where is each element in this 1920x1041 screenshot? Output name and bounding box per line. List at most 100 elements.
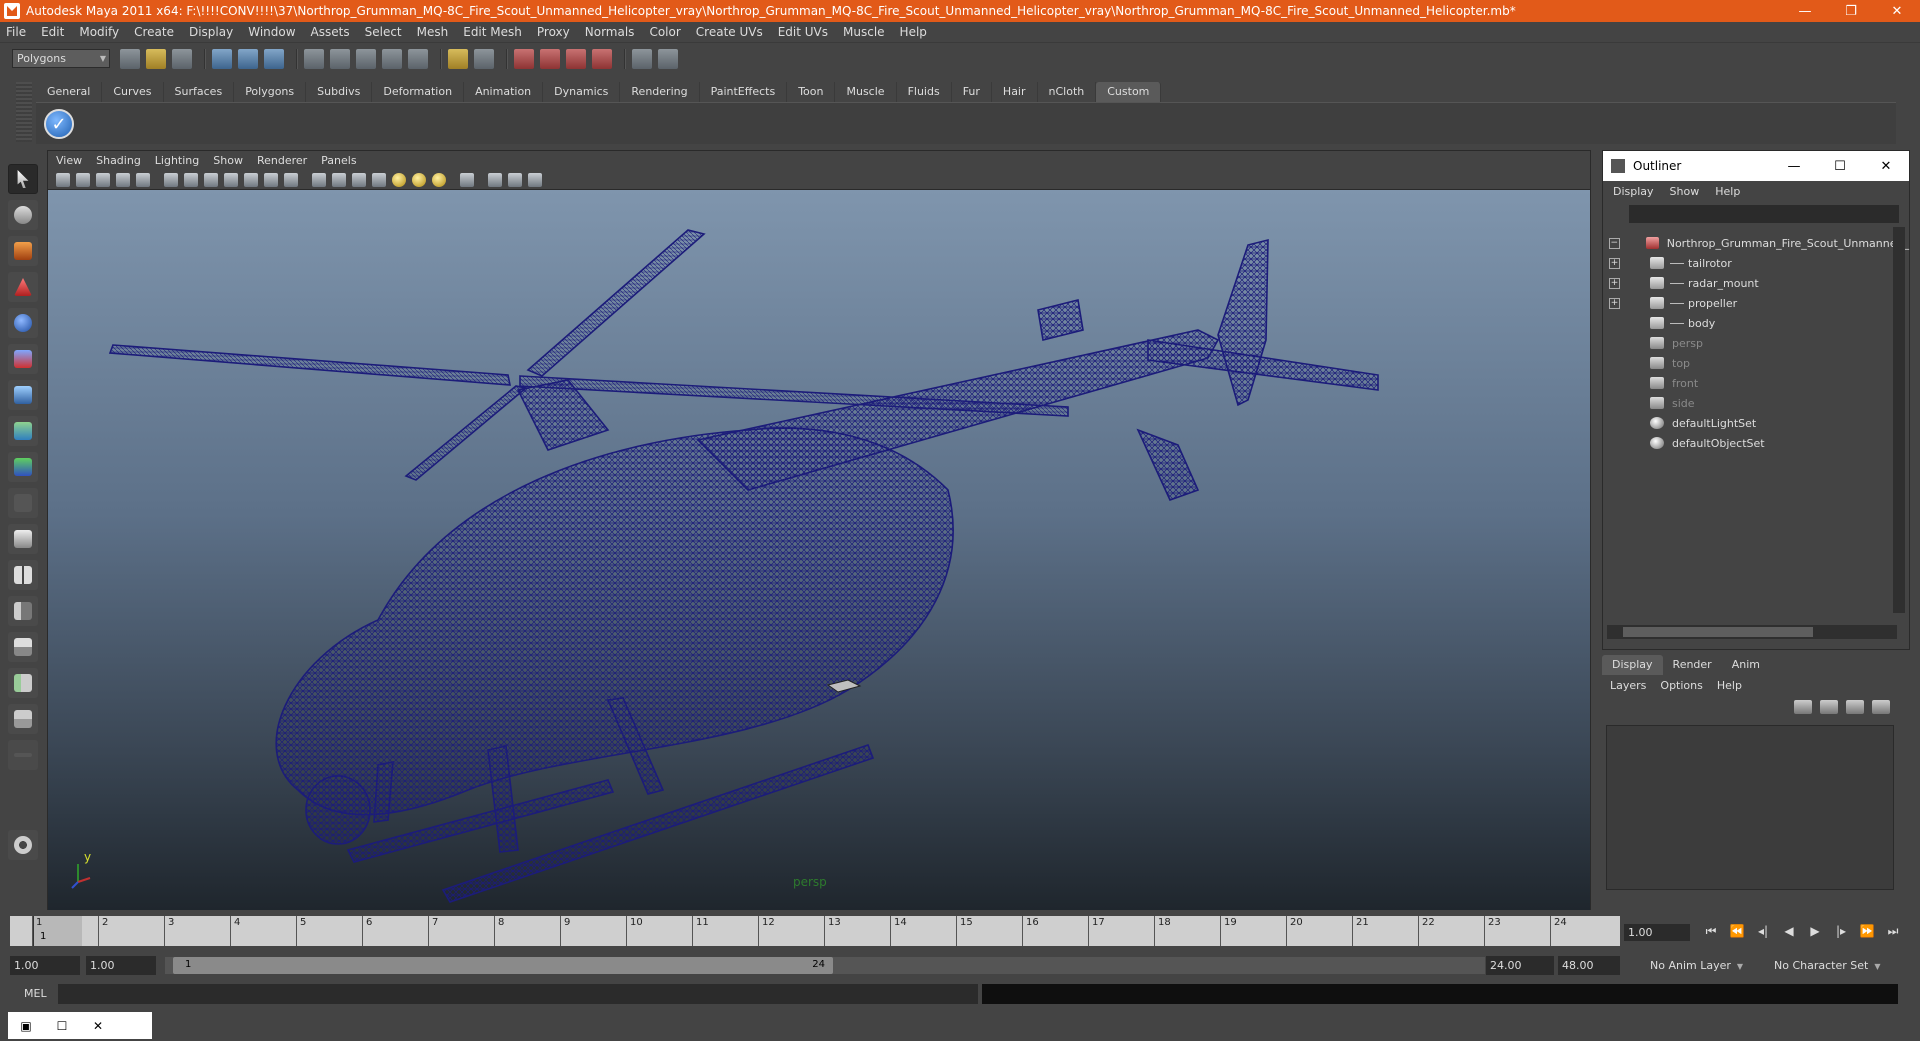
snap-point-icon[interactable] (356, 48, 376, 69)
outliner-vertical-scrollbar[interactable] (1893, 227, 1905, 613)
new-layer-from-selection-icon[interactable] (1872, 700, 1890, 714)
tab-curves[interactable]: Curves (102, 82, 164, 102)
make-live-icon[interactable] (408, 48, 428, 69)
outliner-horizontal-scrollbar[interactable] (1607, 625, 1897, 639)
tab-toon[interactable]: Toon (787, 82, 836, 102)
select-tool-icon[interactable] (8, 164, 38, 194)
app-icon[interactable]: ▣ (8, 1019, 44, 1033)
universal-manipulator-icon[interactable] (8, 380, 38, 410)
tab-subdivs[interactable]: Subdivs (306, 82, 373, 102)
render-frame-icon[interactable] (540, 48, 560, 69)
menu-select[interactable]: Select (365, 25, 402, 39)
wireframe-on-shaded-icon[interactable] (352, 172, 366, 187)
safe-title-icon[interactable] (284, 172, 298, 187)
select-by-object-icon[interactable] (238, 48, 258, 69)
menu-create[interactable]: Create (134, 25, 174, 39)
move-tool-icon[interactable] (8, 272, 38, 302)
collapse-icon[interactable]: − (1609, 237, 1620, 249)
step-forward-frame-icon[interactable]: |▸ (1828, 924, 1854, 939)
new-scene-icon[interactable] (120, 48, 140, 69)
tab-deformation[interactable]: Deformation (372, 82, 465, 102)
anim-layer-dropdown[interactable]: No Anim Layer (1644, 956, 1762, 975)
select-camera-icon[interactable] (56, 172, 70, 187)
tab-muscle[interactable]: Muscle (835, 82, 897, 102)
tab-fur[interactable]: Fur (952, 82, 992, 102)
move-layer-up-icon[interactable] (1794, 700, 1812, 714)
soft-modification-icon[interactable] (8, 416, 38, 446)
list-item[interactable]: body (1603, 313, 1909, 333)
current-time-field[interactable]: 1.00 (1624, 924, 1690, 941)
select-by-component-icon[interactable] (264, 48, 284, 69)
ipr-render-icon[interactable] (566, 48, 586, 69)
animation-start-field[interactable]: 1.00 (10, 956, 80, 975)
default-lighting-icon[interactable] (392, 172, 406, 187)
character-set-dropdown[interactable]: No Character Set (1768, 956, 1890, 975)
time-slider[interactable]: 1 1 2 3 4 5 6 7 8 9 10 11 12 13 14 15 16 17 18 19 20 21 22 23 2… (10, 916, 1620, 946)
menu-proxy[interactable]: Proxy (537, 25, 570, 39)
snap-plane-icon[interactable] (382, 48, 402, 69)
tab-hair[interactable]: Hair (992, 82, 1038, 102)
graph-persp-layout-icon[interactable] (8, 704, 38, 734)
list-item[interactable]: side (1603, 393, 1909, 413)
tab-ncloth[interactable]: nCloth (1038, 82, 1097, 102)
menu-set-selector[interactable]: Polygons (12, 49, 110, 68)
close-icon[interactable]: ✕ (1874, 0, 1920, 22)
animation-end-field[interactable]: 48.00 (1558, 956, 1620, 975)
rotate-tool-icon[interactable] (8, 308, 38, 338)
tab-general[interactable]: General (36, 82, 103, 102)
tab-anim-layers[interactable]: Anim (1722, 655, 1770, 675)
menu-muscle[interactable]: Muscle (843, 25, 885, 39)
menu-assets[interactable]: Assets (311, 25, 350, 39)
list-item[interactable]: + propeller (1603, 293, 1909, 313)
tab-surfaces[interactable]: Surfaces (164, 82, 235, 102)
snap-grid-icon[interactable] (304, 48, 324, 69)
camera-attributes-icon[interactable] (76, 172, 90, 187)
go-to-start-icon[interactable]: ⏮ (1698, 924, 1724, 939)
snap-curve-icon[interactable] (330, 48, 350, 69)
tab-polygons[interactable]: Polygons (234, 82, 307, 102)
viewport-menu-shading[interactable]: Shading (96, 154, 141, 167)
play-backwards-icon[interactable]: ◀ (1776, 924, 1802, 939)
isolate-select-icon[interactable] (460, 172, 474, 187)
expand-icon[interactable]: + (1609, 297, 1620, 309)
step-back-key-icon[interactable]: ⏪ (1724, 924, 1750, 939)
scrollbar-thumb[interactable] (1623, 627, 1813, 637)
list-item[interactable]: persp (1603, 333, 1909, 353)
bookmarks-icon[interactable] (96, 172, 110, 187)
wireframe-shading-icon[interactable] (312, 172, 326, 187)
open-scene-icon[interactable] (146, 48, 166, 69)
layer-menu-help[interactable]: Help (1717, 679, 1742, 692)
shelf-grip[interactable] (16, 82, 32, 142)
playback-start-field[interactable]: 1.00 (86, 956, 156, 975)
restore-icon[interactable]: ☐ (44, 1019, 80, 1033)
tab-display-layers[interactable]: Display (1602, 655, 1663, 675)
outliner-menu-help[interactable]: Help (1715, 185, 1740, 198)
two-d-pan-icon[interactable] (136, 172, 150, 187)
image-plane-icon[interactable] (116, 172, 130, 187)
menu-window[interactable]: Window (248, 25, 295, 39)
textured-icon[interactable] (372, 172, 386, 187)
tab-rendering[interactable]: Rendering (620, 82, 700, 102)
xray-icon[interactable] (488, 172, 502, 187)
viewport-canvas[interactable]: y persp (48, 190, 1590, 910)
viewport-menu-lighting[interactable]: Lighting (155, 154, 199, 167)
close-icon[interactable]: ✕ (1863, 151, 1909, 181)
menu-edit-mesh[interactable]: Edit Mesh (463, 25, 522, 39)
xray-components-icon[interactable] (528, 172, 542, 187)
restore-icon[interactable]: ❐ (1828, 0, 1874, 22)
construction-icon[interactable] (474, 48, 494, 69)
xray-joints-icon[interactable] (508, 172, 522, 187)
persp-outliner-layout-icon[interactable] (8, 596, 38, 626)
sidebar-toggle-icon[interactable] (658, 48, 678, 69)
perspective-viewport[interactable]: View Shading Lighting Show Renderer Pane… (47, 150, 1591, 910)
menu-mesh[interactable]: Mesh (417, 25, 449, 39)
new-empty-layer-icon[interactable] (1846, 700, 1864, 714)
layer-list[interactable] (1606, 725, 1894, 890)
list-item[interactable]: defaultLightSet (1603, 413, 1909, 433)
outliner-menu-show[interactable]: Show (1670, 185, 1700, 198)
menu-create-uvs[interactable]: Create UVs (696, 25, 763, 39)
layer-menu-layers[interactable]: Layers (1610, 679, 1646, 692)
lasso-tool-icon[interactable] (8, 200, 38, 230)
playback-end-field[interactable]: 24.00 (1486, 956, 1554, 975)
menu-edit-uvs[interactable]: Edit UVs (778, 25, 828, 39)
